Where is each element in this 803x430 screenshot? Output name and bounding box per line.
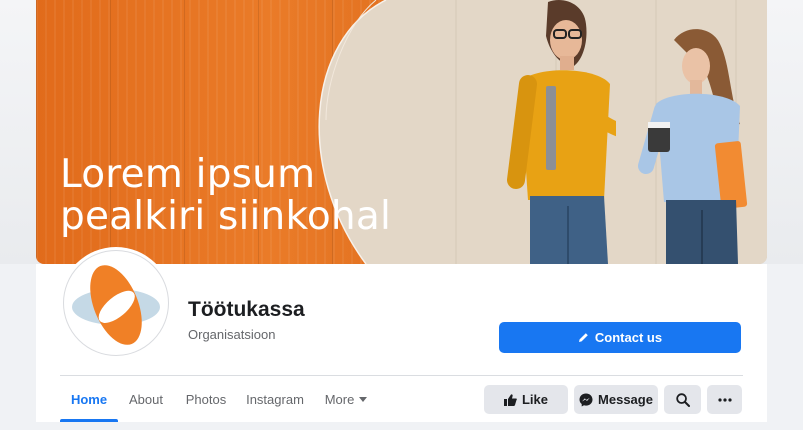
contact-us-button[interactable]: Contact us	[499, 322, 741, 353]
tootukassa-logo-icon	[72, 265, 160, 345]
cover-headline: Lorem ipsum pealkiri siinkohal	[60, 154, 391, 238]
cover-headline-line2: pealkiri siinkohal	[60, 194, 391, 239]
thumbs-up-icon	[503, 393, 517, 406]
woman-blue-shirt-image	[638, 29, 748, 264]
messenger-icon	[579, 393, 593, 406]
page-category: Organisatsioon	[188, 327, 276, 342]
woman-yellow-sweater-image	[507, 0, 616, 264]
tab-more[interactable]: More	[322, 376, 370, 422]
pencil-icon	[578, 333, 588, 342]
profile-avatar[interactable]	[63, 250, 169, 356]
message-button[interactable]: Message	[574, 385, 658, 414]
contact-us-label: Contact us	[594, 330, 663, 345]
tab-about[interactable]: About	[124, 376, 168, 422]
tab-photos[interactable]: Photos	[182, 376, 230, 422]
more-options-button[interactable]	[707, 385, 742, 414]
tab-home[interactable]: Home	[60, 376, 118, 422]
cover-headline-line1: Lorem ipsum	[60, 152, 316, 197]
tab-instagram-label: Instagram	[246, 391, 304, 407]
message-label: Message	[598, 392, 653, 407]
page-title: Töötukassa	[188, 298, 305, 321]
caret-down-icon	[359, 396, 368, 402]
cover-photo[interactable]: Lorem ipsum pealkiri siinkohal	[36, 0, 767, 264]
tab-more-label: More	[324, 391, 355, 407]
tab-home-label: Home	[70, 391, 108, 407]
tab-instagram[interactable]: Instagram	[244, 376, 306, 422]
search-icon	[675, 392, 690, 407]
more-dots-icon	[717, 397, 732, 402]
like-button[interactable]: Like	[484, 385, 568, 414]
search-button[interactable]	[664, 385, 701, 414]
tab-about-label: About	[129, 391, 163, 407]
like-label: Like	[521, 392, 548, 407]
page-bottom-strip	[0, 422, 803, 430]
tab-photos-label: Photos	[185, 391, 227, 407]
